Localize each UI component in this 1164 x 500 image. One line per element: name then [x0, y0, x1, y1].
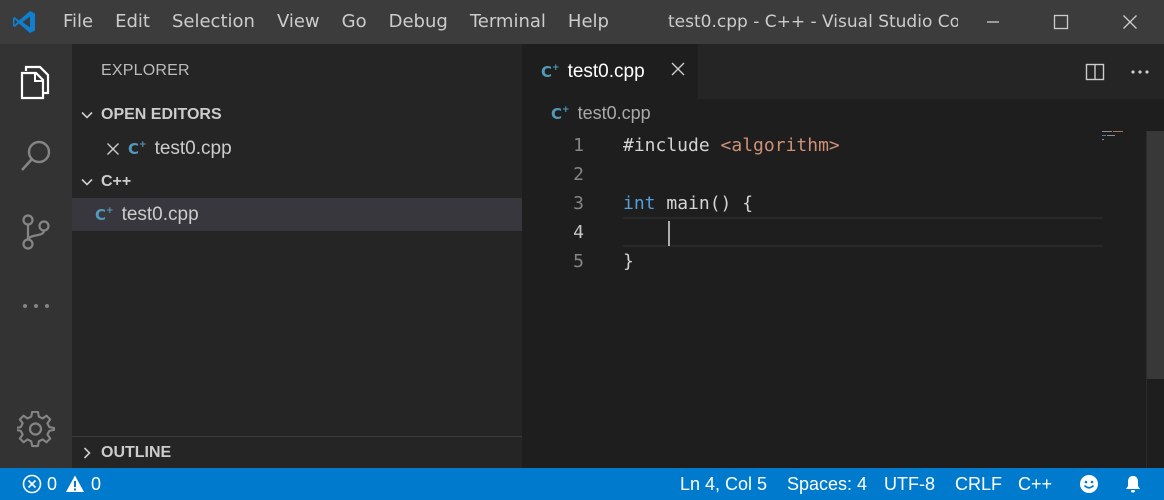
search-button[interactable] [0, 124, 72, 188]
more-actions-icon [1131, 69, 1149, 74]
close-editor-icon[interactable] [72, 142, 128, 156]
more-button[interactable] [0, 274, 72, 338]
scrollbar-thumb[interactable] [1147, 131, 1164, 379]
cpp-file-icon: C+ [541, 62, 560, 81]
title-bar: File Edit Selection View Go Debug Termin… [0, 0, 1164, 44]
status-bar: 0 0 Ln 4, Col 5 Spaces: 4 UTF-8 CRLF C++ [0, 468, 1164, 500]
breadcrumb-filename: test0.cpp [577, 103, 651, 123]
outline-header[interactable]: OUTLINE [72, 436, 522, 469]
bell-icon [1126, 476, 1140, 493]
explorer-sidebar: EXPLORER OPEN EDITORS C+ test0.cpp C++ C… [72, 44, 522, 468]
line-number: 3 [573, 193, 584, 214]
eol-setting[interactable]: CRLF [955, 468, 1002, 500]
warning-icon [66, 475, 85, 492]
more-icon [23, 304, 49, 308]
feedback-button[interactable] [1079, 468, 1099, 500]
keyword-token: int [623, 193, 656, 214]
code-text: #include <algorithm> [623, 131, 840, 160]
chevron-right-icon [72, 446, 101, 460]
open-editor-filename: test0.cpp [154, 137, 232, 159]
maximize-icon [1053, 14, 1069, 30]
code-text: int main() { [623, 193, 754, 214]
more-actions-button[interactable] [1116, 69, 1164, 75]
code-editor[interactable]: 1 #include <algorithm> 2 3 int main() { … [522, 131, 1164, 468]
maximize-button[interactable] [1027, 0, 1095, 44]
open-editors-label: OPEN EDITORS [101, 105, 222, 123]
code-line: 1 #include <algorithm> [522, 131, 1142, 160]
preprocessor-token: #include [623, 135, 721, 156]
explorer-button[interactable] [0, 50, 72, 114]
split-editor-button[interactable] [1074, 62, 1116, 82]
notifications-button[interactable] [1123, 468, 1143, 500]
menu-edit[interactable]: Edit [104, 0, 161, 44]
close-icon [1123, 15, 1137, 29]
code-line: 2 [522, 160, 1142, 189]
menu-help[interactable]: Help [557, 0, 620, 44]
sidebar-title: EXPLORER [101, 62, 190, 79]
code-text: } [623, 251, 634, 272]
source-control-button[interactable] [0, 200, 72, 264]
language-mode[interactable]: C++ [1018, 468, 1052, 500]
close-window-button[interactable] [1096, 0, 1164, 44]
settings-gear-icon [17, 411, 55, 448]
menu-bar: File Edit Selection View Go Debug Termin… [52, 0, 620, 44]
chevron-down-icon [72, 175, 101, 189]
open-editor-item[interactable]: C+ test0.cpp [72, 132, 522, 165]
encoding-setting[interactable]: UTF-8 [884, 468, 935, 500]
editor-actions [1074, 44, 1164, 99]
vscode-logo-icon [0, 0, 48, 44]
close-tab-icon[interactable] [670, 61, 686, 83]
menu-debug[interactable]: Debug [378, 0, 459, 44]
tab-test0-cpp[interactable]: C+ test0.cpp [522, 44, 698, 99]
file-tree-item[interactable]: C+ test0.cpp [72, 198, 522, 231]
minimap[interactable] [1102, 131, 1142, 151]
chevron-down-icon [72, 108, 101, 122]
split-editor-icon [1085, 63, 1105, 80]
code-line: 4 [522, 218, 1142, 247]
line-number: 2 [573, 164, 584, 185]
manage-button[interactable] [0, 398, 72, 462]
search-icon [21, 140, 51, 171]
vertical-scrollbar[interactable] [1146, 131, 1164, 468]
breadcrumb[interactable]: C+ test0.cpp [551, 103, 651, 124]
folder-label: C++ [101, 172, 132, 190]
line-number: 1 [573, 135, 584, 156]
editor-area: C+ test0.cpp C+ test0.cpp 1 #include <al… [522, 44, 1164, 468]
menu-view[interactable]: View [266, 0, 331, 44]
menu-selection[interactable]: Selection [161, 0, 266, 44]
activity-bar [0, 44, 72, 468]
cpp-file-icon: C+ [551, 104, 570, 123]
problems-indicator[interactable]: 0 0 [22, 468, 101, 500]
warning-count: 0 [91, 473, 102, 494]
minimize-button[interactable] [959, 0, 1027, 44]
line-number: 5 [573, 251, 584, 272]
editor-tabs: C+ test0.cpp [522, 44, 1164, 99]
smiley-icon [1080, 475, 1098, 493]
indentation-setting[interactable]: Spaces: 4 [787, 468, 867, 500]
line-number: 4 [573, 222, 584, 243]
files-icon [20, 65, 50, 100]
menu-terminal[interactable]: Terminal [459, 0, 557, 44]
window-title: test0.cpp - C++ - Visual Studio Co... [668, 12, 958, 32]
error-icon [22, 474, 42, 494]
source-control-icon [22, 214, 50, 250]
outline-label: OUTLINE [101, 444, 172, 461]
open-editors-header[interactable]: OPEN EDITORS [72, 98, 522, 131]
folder-header[interactable]: C++ [72, 165, 522, 198]
code-line: 5 } [522, 247, 1142, 276]
cursor-position[interactable]: Ln 4, Col 5 [680, 468, 767, 500]
file-tree-filename: test0.cpp [121, 203, 199, 225]
cpp-file-icon: C+ [128, 139, 147, 158]
menu-file[interactable]: File [52, 0, 104, 44]
minimize-icon [987, 21, 999, 23]
include-path-token: <algorithm> [720, 135, 840, 156]
cpp-file-icon: C+ [95, 205, 114, 224]
menu-go[interactable]: Go [331, 0, 378, 44]
code-line: 3 int main() { [522, 189, 1142, 218]
tab-label: test0.cpp [567, 60, 645, 82]
error-count: 0 [47, 473, 58, 494]
